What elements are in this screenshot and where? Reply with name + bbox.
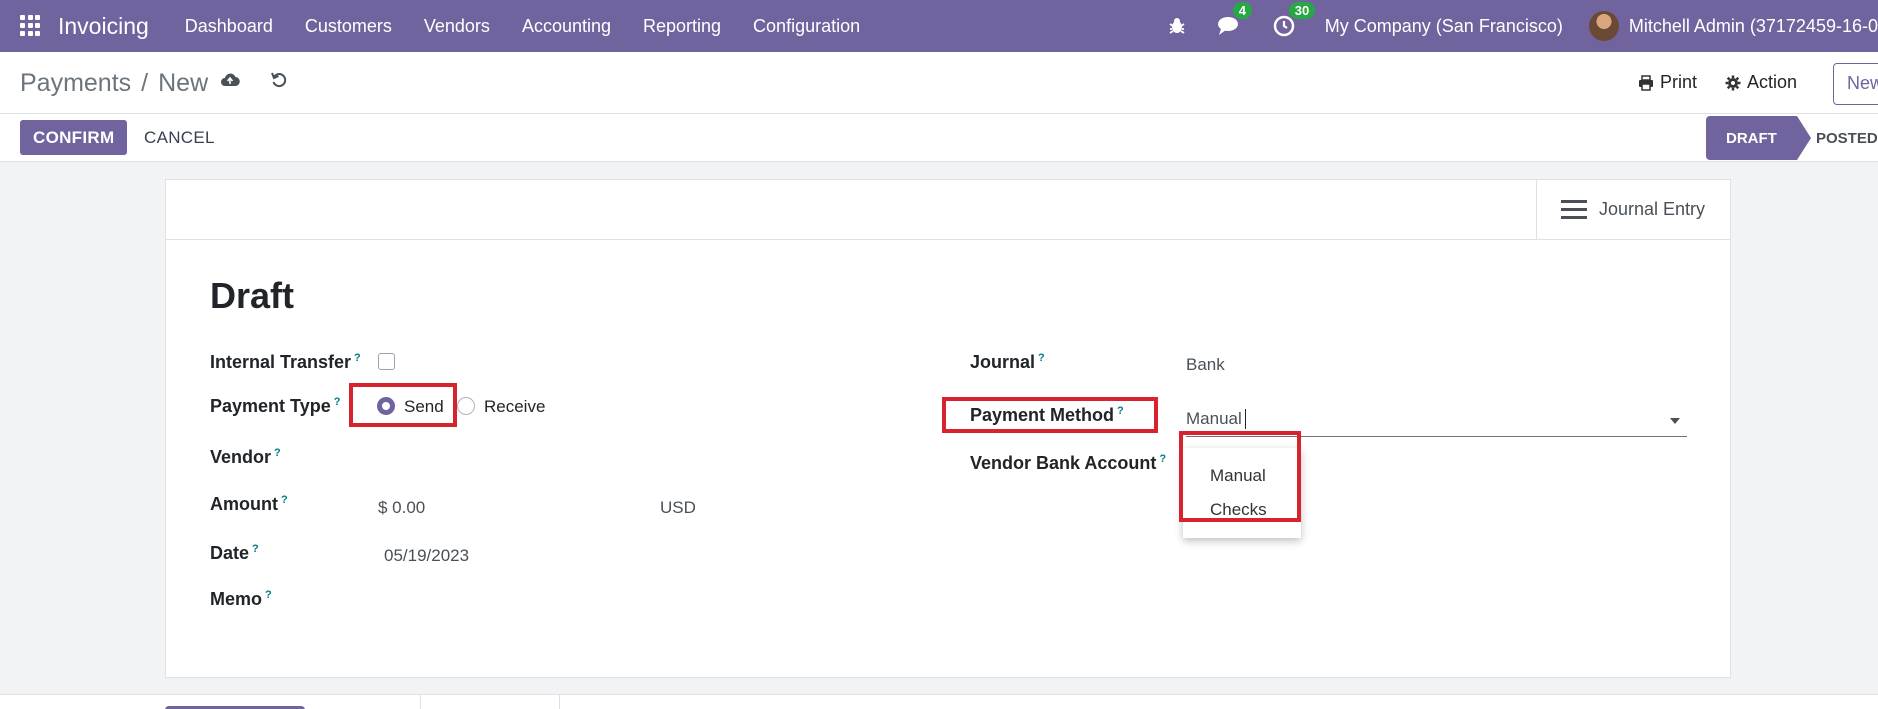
vendor-label: Vendor? [210, 447, 281, 467]
chatter-strip [0, 694, 1878, 709]
confirm-button[interactable]: CONFIRM [20, 120, 128, 155]
action-button[interactable]: Action [1725, 72, 1797, 93]
highlight-box-payment-type [349, 383, 457, 427]
breadcrumb: Payments / New [20, 69, 208, 98]
payment-method-input[interactable]: Manual [1186, 409, 1242, 429]
help-tooltip-icon[interactable]: ? [1159, 453, 1166, 465]
user-avatar[interactable] [1588, 11, 1619, 41]
help-tooltip-icon[interactable]: ? [252, 543, 259, 555]
divider [420, 695, 421, 709]
date-label: Date? [210, 543, 259, 563]
divider [559, 695, 560, 709]
record-title: Draft [210, 275, 295, 316]
amount-label: Amount? [210, 494, 288, 514]
payment-type-receive-label[interactable]: Receive [484, 397, 545, 417]
status-draft[interactable]: DRAFT [1706, 116, 1811, 160]
text-cursor [1245, 409, 1246, 429]
memo-label: Memo? [210, 589, 272, 609]
highlight-box-payment-method [942, 397, 1158, 433]
vendor-bank-account-label: Vendor Bank Account? [970, 453, 1167, 473]
app-name[interactable]: Invoicing [58, 13, 149, 40]
debug-bug-icon[interactable] [1167, 16, 1187, 36]
form-sheet: Journal Entry Draft Internal Transfer? P… [165, 179, 1731, 678]
print-label: Print [1660, 72, 1698, 92]
payment-type-receive-radio[interactable] [457, 397, 475, 415]
status-posted[interactable]: POSTED [1816, 116, 1878, 160]
payment-type-label: Payment Type? [210, 396, 341, 416]
breadcrumb-current: New [158, 69, 209, 97]
save-cloud-icon[interactable] [220, 71, 240, 94]
journal-entry-button[interactable]: Journal Entry [1536, 180, 1730, 239]
internal-transfer-checkbox[interactable] [378, 353, 395, 370]
menu-accounting[interactable]: Accounting [522, 16, 611, 37]
activities-clock-icon[interactable]: 30 [1273, 2, 1316, 37]
internal-transfer-label: Internal Transfer? [210, 352, 361, 372]
cancel-button[interactable]: CANCEL [144, 120, 215, 155]
help-tooltip-icon[interactable]: ? [334, 396, 341, 408]
menu-customers[interactable]: Customers [305, 16, 392, 37]
dropdown-caret-icon[interactable] [1670, 418, 1680, 424]
help-tooltip-icon[interactable]: ? [281, 494, 288, 506]
highlight-box-dropdown [1179, 431, 1301, 522]
menu-configuration[interactable]: Configuration [753, 16, 860, 37]
journal-entry-label: Journal Entry [1599, 199, 1706, 219]
printer-icon [1639, 74, 1653, 91]
menu-reporting[interactable]: Reporting [643, 16, 721, 37]
top-navbar: Invoicing Dashboard Customers Vendors Ac… [0, 0, 1878, 52]
print-button[interactable]: Print [1638, 72, 1697, 93]
company-switcher[interactable]: My Company (San Francisco) [1325, 16, 1563, 37]
help-tooltip-icon[interactable]: ? [354, 352, 361, 364]
breadcrumb-separator: / [141, 69, 149, 97]
amount-field[interactable]: $ 0.00 [378, 498, 425, 518]
breadcrumb-bar: Payments / New Print Action New [0, 52, 1878, 114]
menu-dashboard[interactable]: Dashboard [185, 16, 273, 37]
control-bar: CONFIRM CANCEL DRAFT POSTED [0, 114, 1878, 162]
app-grid-icon[interactable] [20, 15, 42, 37]
messages-icon[interactable]: 4 [1217, 2, 1252, 37]
breadcrumb-parent[interactable]: Payments [20, 69, 131, 98]
navbar-systray: 4 30 My Company (San Francisco) Mitchell… [1167, 0, 1878, 52]
discard-undo-icon[interactable] [270, 71, 288, 94]
journal-label: Journal? [970, 352, 1045, 372]
action-label: Action [1747, 72, 1798, 92]
currency-field[interactable]: USD [660, 498, 696, 518]
smart-buttons-row: Journal Entry [166, 180, 1730, 240]
user-menu[interactable]: Mitchell Admin (37172459-16-0 [1629, 16, 1878, 37]
journal-field[interactable]: Bank [1186, 355, 1225, 375]
list-bars-icon [1561, 200, 1587, 219]
help-tooltip-icon[interactable]: ? [265, 589, 272, 601]
activities-count-badge: 30 [1288, 2, 1316, 19]
help-tooltip-icon[interactable]: ? [274, 447, 281, 459]
messages-count-badge: 4 [1232, 2, 1252, 19]
menu-vendors[interactable]: Vendors [424, 16, 490, 37]
date-field[interactable]: 05/19/2023 [384, 546, 469, 566]
help-tooltip-icon[interactable]: ? [1038, 352, 1045, 364]
new-button[interactable]: New [1833, 63, 1878, 105]
gear-icon [1725, 75, 1741, 90]
